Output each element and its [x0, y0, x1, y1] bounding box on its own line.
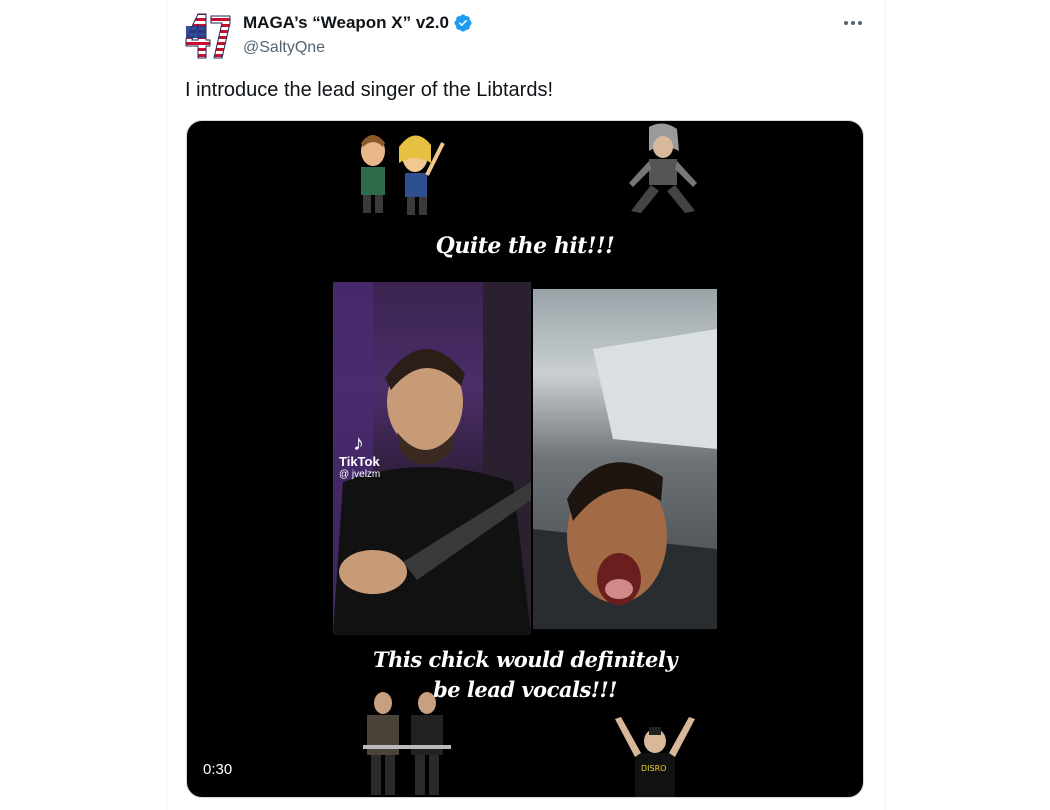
caption-top: Quite the hit!!!	[435, 233, 615, 259]
video-duration: 0:30	[203, 761, 233, 778]
cartoon-duo-image	[361, 135, 445, 215]
more-options-icon	[844, 21, 862, 25]
svg-text:DISRO: DISRO	[641, 764, 666, 773]
verified-badge-icon[interactable]	[453, 13, 473, 33]
handle[interactable]: @SaltyQne	[243, 39, 473, 57]
tiktok-icon: ♪	[353, 430, 364, 455]
caption-bottom-line2: be lead vocals!!!	[433, 677, 617, 702]
video-frame-screaming-woman	[533, 289, 717, 629]
avatar[interactable]	[184, 12, 232, 60]
caption-bottom-line1: This chick would definitely	[372, 647, 678, 672]
more-options-button[interactable]	[838, 10, 868, 36]
caption-bottom: This chick would definitely be lead voca…	[187, 645, 863, 705]
display-name[interactable]: MAGA’s “Weapon X” v2.0	[243, 13, 449, 33]
video-player[interactable]: Quite the hit!!! ♪ TikTok @ jvelzm This …	[186, 120, 864, 798]
cartoon-rocker-image	[629, 123, 697, 213]
two-men-image	[363, 692, 451, 795]
tiktok-user: @ jvelzm	[339, 469, 381, 480]
display-name-row: MAGA’s “Weapon X” v2.0	[243, 12, 473, 34]
avatar-47-flag-icon	[185, 13, 231, 59]
video-frame-guitarist: ♪ TikTok @ jvelzm	[333, 282, 531, 635]
page: MAGA’s “Weapon X” v2.0 @SaltyQne I intro…	[0, 0, 1050, 810]
tweet-author: MAGA’s “Weapon X” v2.0 @SaltyQne	[243, 12, 473, 57]
tweet-text: I introduce the lead singer of the Libta…	[185, 79, 554, 101]
tiktok-label: TikTok	[339, 454, 380, 469]
rocker-hands-up-image: DISRO	[615, 717, 695, 797]
tiktok-watermark: ♪ TikTok @ jvelzm	[339, 430, 381, 481]
